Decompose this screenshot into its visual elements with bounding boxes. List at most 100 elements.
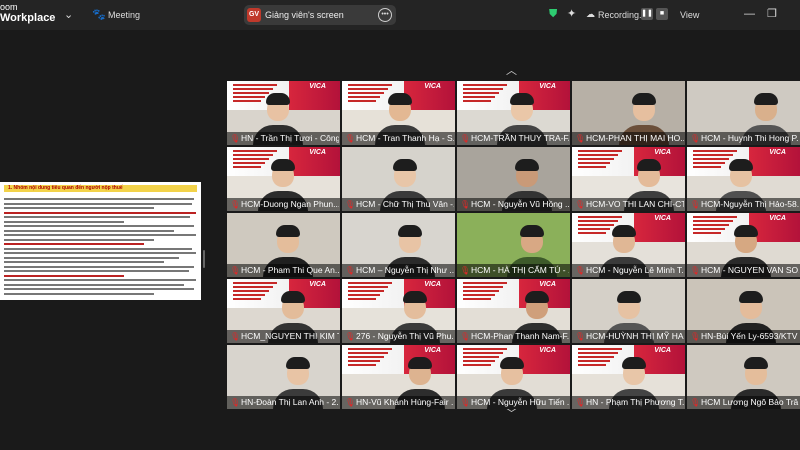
participant-hair (515, 159, 539, 171)
participant-tile[interactable]: VICA 🎙 HCM_NGUYEN THI KIM T... (227, 279, 340, 343)
slide-text-line (578, 216, 622, 218)
participant-hair (408, 357, 432, 369)
participant-tile[interactable]: VICA 🎙HCM-TRẦN THUY TRA-FA... (457, 81, 570, 145)
slide-text-line (578, 150, 622, 152)
participant-name: HCM Lương Ngô Bảo Trâ... (701, 397, 799, 407)
participant-tile[interactable]: VICA 🎙 HCM-Phan Thanh Nam-F... (457, 279, 570, 343)
zoom-workplace-logo: oom Workplace (0, 2, 58, 24)
slide-text-line (233, 166, 261, 168)
participant-tile[interactable]: 🎙 HCM Lương Ngô Bảo Trâ... (687, 345, 800, 409)
slide-text-line (233, 100, 261, 102)
page-up-icon[interactable]: ︿ (506, 62, 517, 78)
slide-text-line (578, 356, 614, 358)
participant-name: HCM - Nguyễn Hữu Tiến ... (471, 397, 569, 407)
vica-logo: VICA (309, 149, 326, 156)
participant-tile[interactable]: VICA 🎙 HN - Trần Thị Tươi - Công... (227, 81, 340, 145)
participant-name: HCM-VO THI LAN CHI-CT... (586, 199, 684, 209)
participant-hair (729, 159, 753, 171)
participant-name: 276 - Nguyễn Thị Vũ Phu... (356, 331, 454, 341)
meeting-label[interactable]: Meeting (108, 8, 140, 22)
participant-name: HN - Trần Thị Tươi - Công... (241, 133, 339, 143)
muted-mic-icon: 🎙 (690, 266, 701, 275)
participant-name: HCM - Tran Thanh Hạ - S... (356, 133, 454, 143)
participant-tile[interactable]: VICA 🎙 HCM-Duong Ngan Phun... (227, 147, 340, 211)
participant-hair (271, 159, 295, 171)
participant-tile[interactable]: 🎙 HN-Đoàn Thị Lan Anh - 2... (227, 345, 340, 409)
shield-icon[interactable]: ⛊ (549, 7, 557, 21)
participant-name: HCM-Phan Thanh Nam-F... (471, 331, 569, 341)
participant-name: HCM - HÀ THỊ CẨM TÚ - ... (471, 265, 569, 275)
participant-tile[interactable]: VICA 🎙 276 - Nguyễn Thị Vũ Phu... (342, 279, 455, 343)
participant-tile[interactable]: VICA 🎙 HCM-VO THI LAN CHI-CT... (572, 147, 685, 211)
name-caption: 🎙 HN - Phạm Thị Phương T... (572, 396, 685, 409)
participant-hair (403, 291, 427, 303)
participant-tile[interactable]: VICA 🎙 HN - Phạm Thị Phương T... (572, 345, 685, 409)
shared-screen-pill[interactable]: GV Giảng viên's screen ••• (244, 5, 396, 25)
slide-text-line (578, 158, 614, 160)
view-button[interactable]: View (680, 8, 699, 22)
slide-text-line (233, 298, 261, 300)
participant-tile[interactable]: 🎙 HN-Bùi Yến Ly-6593/KTV (687, 279, 800, 343)
slide-text-line (348, 298, 376, 300)
participant-tile[interactable]: VICA 🎙 HCM - Nguyễn Hữu Tiến ... (457, 345, 570, 409)
participant-name: HCM – Nguyễn Thị Như ... (356, 265, 454, 275)
participant-hair (637, 159, 661, 171)
participant-tile[interactable]: 🎙 HCM-HUỲNH THỊ MỸ HA ... (572, 279, 685, 343)
document-line (4, 292, 154, 295)
participant-name: HCM_NGUYEN THI KIM T... (241, 331, 339, 341)
participant-tile[interactable]: VICA 🎙 HCM - NGUYEN VAN SO... (687, 213, 800, 277)
document-line (4, 238, 154, 241)
stop-recording-button[interactable]: ■ (656, 8, 668, 20)
participant-tile[interactable]: 🎙 HCM - Chữ Thị Thu Vân -... (342, 147, 455, 211)
participant-tile[interactable]: 🎙 HCM - Nguyễn Vũ Hồng ... (457, 147, 570, 211)
participant-tile[interactable]: 🎙 HCM - HÀ THỊ CẨM TÚ - ... (457, 213, 570, 277)
slide-text-line (578, 224, 614, 226)
vica-logo: VICA (539, 281, 556, 288)
name-caption: 🎙 HCM - Pham Thi Que An... (227, 264, 340, 277)
participant-tile[interactable]: VICA 🎙 HN-Vũ Khánh Hùng-Fair ... (342, 345, 455, 409)
paw-icon[interactable]: 🐾 (92, 8, 106, 22)
participant-tile[interactable]: 🎙 HCM - Huynh Thi Hong P... (687, 81, 800, 145)
muted-mic-icon: 🎙 (690, 398, 701, 407)
vica-logo: VICA (424, 83, 441, 90)
document-line (4, 229, 174, 232)
participant-tile[interactable]: 🎙 HCM-PHAN THỊ MAI HO... (572, 81, 685, 145)
virtual-background-slide: VICA (342, 279, 455, 309)
name-caption: 🎙 HCM-Phan Thanh Nam-F... (457, 330, 570, 343)
participant-tile[interactable]: VICA 🎙 HCM - Nguyễn Lê Minh T... (572, 213, 685, 277)
slide-text-line (463, 88, 503, 90)
participant-hair (500, 357, 524, 369)
slide-text-line (693, 154, 733, 156)
virtual-background-slide: VICA (572, 147, 685, 177)
split-view-handle[interactable] (203, 250, 205, 268)
slide-text-line (578, 220, 618, 222)
participant-tile[interactable]: VICA 🎙 HCM-Nguyễn Thị Hảo-58... (687, 147, 800, 211)
muted-mic-icon: 🎙 (345, 266, 356, 275)
slide-text-line (233, 88, 273, 90)
document-line (4, 225, 194, 227)
more-options-icon[interactable]: ••• (378, 8, 392, 22)
slide-text-line (693, 228, 725, 230)
participant-tile[interactable]: 🎙 HCM - Pham Thi Que An... (227, 213, 340, 277)
name-caption: 🎙 HCM Lương Ngô Bảo Trâ... (687, 396, 800, 409)
slide-text-line (693, 220, 733, 222)
slide-text-line (348, 286, 388, 288)
pause-recording-button[interactable]: ❚❚ (641, 8, 653, 20)
slide-text-line (463, 92, 499, 94)
slide-text-line (348, 294, 380, 296)
participant-name: HCM-PHAN THỊ MAI HO... (586, 133, 684, 143)
sparkle-icon[interactable]: ✦ (567, 7, 576, 21)
participant-hair (510, 93, 534, 105)
muted-mic-icon: 🎙 (230, 332, 241, 341)
shared-screen-label: Giảng viên's screen (265, 10, 344, 20)
participant-tile[interactable]: 🎙 HCM – Nguyễn Thị Như ... (342, 213, 455, 277)
vica-logo: VICA (539, 347, 556, 354)
participant-tile[interactable]: VICA 🎙 HCM - Tran Thanh Hạ - S... (342, 81, 455, 145)
chevron-down-icon[interactable]: ⌄ (64, 8, 73, 22)
participant-name: HN-Vũ Khánh Hùng-Fair ... (356, 397, 454, 407)
slide-text-line (463, 100, 491, 102)
minimize-icon[interactable]: — (744, 7, 755, 21)
restore-icon[interactable]: ❐ (767, 7, 777, 21)
name-caption: 🎙 HCM - Tran Thanh Hạ - S... (342, 132, 455, 145)
name-caption: 🎙 HN-Đoàn Thị Lan Anh - 2... (227, 396, 340, 409)
